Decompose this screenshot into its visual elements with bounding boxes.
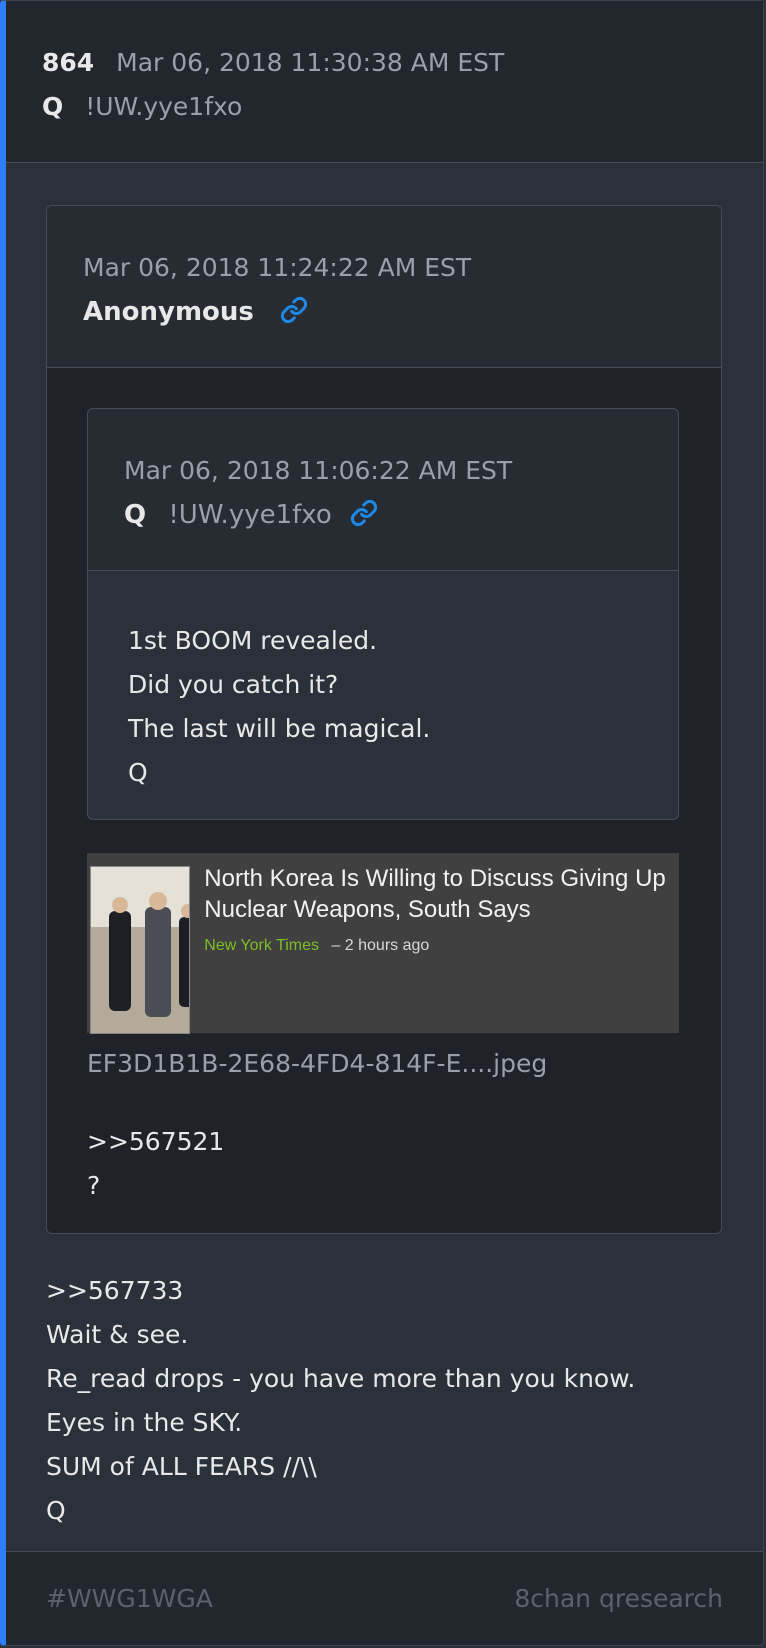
text-line: SUM of ALL FEARS //\\ xyxy=(46,1452,317,1481)
text-line: The last will be magical. xyxy=(128,714,431,743)
post-number: 864 xyxy=(42,48,95,77)
post-tripcode: !UW.yye1fxo xyxy=(85,92,243,121)
post-footer: #WWG1WGA 8chan qresearch xyxy=(6,1551,763,1645)
hashtag: #WWG1WGA xyxy=(46,1584,213,1613)
post-reference-link[interactable]: >>567521 xyxy=(87,1120,224,1164)
link-icon[interactable] xyxy=(350,499,378,537)
news-thumbnail xyxy=(90,866,191,1034)
news-title: North Korea Is Willing to Discuss Giving… xyxy=(204,865,666,923)
news-age: – 2 hours ago xyxy=(331,937,430,954)
attachment-filename[interactable]: EF3D1B1B-2E68-4FD4-814F-E....jpeg xyxy=(87,1044,547,1084)
quoted-post-header: Mar 06, 2018 11:24:22 AM EST Anonymous xyxy=(47,206,721,368)
quoted-post-timestamp: Mar 06, 2018 11:24:22 AM EST xyxy=(83,253,472,282)
post-body: >>567733 Wait & see. Re_read drops - you… xyxy=(46,1269,635,1533)
nested-post-tripcode: !UW.yye1fxo xyxy=(168,500,332,530)
text-line: Eyes in the SKY. xyxy=(46,1408,243,1437)
nested-post-body: 1st BOOM revealed. Did you catch it? The… xyxy=(88,571,678,795)
nested-post-timestamp: Mar 06, 2018 11:06:22 AM EST xyxy=(124,456,513,485)
text-line: Wait & see. xyxy=(46,1320,189,1349)
text-line: Did you catch it? xyxy=(128,670,339,699)
post-reference-link[interactable]: >>567733 xyxy=(46,1269,635,1313)
nested-post-author: Q xyxy=(124,500,147,530)
news-card-image[interactable]: North Korea Is Willing to Discuss Giving… xyxy=(87,853,679,1034)
source-label: 8chan qresearch xyxy=(514,1584,723,1613)
quoted-post-author: Anonymous xyxy=(83,297,254,327)
text-line: Q xyxy=(46,1496,66,1525)
post-author: Q xyxy=(42,92,64,121)
link-icon[interactable] xyxy=(280,296,308,334)
quoted-post: Mar 06, 2018 11:24:22 AM EST Anonymous M… xyxy=(46,205,722,1234)
text-line: Re_read drops - you have more than you k… xyxy=(46,1364,636,1393)
post-header: 864 Mar 06, 2018 11:30:38 AM EST Q !UW.y… xyxy=(6,1,763,163)
nested-quoted-post: Mar 06, 2018 11:06:22 AM EST Q !UW.yye1f… xyxy=(87,408,679,820)
post-card: 864 Mar 06, 2018 11:30:38 AM EST Q !UW.y… xyxy=(0,0,764,1646)
post-timestamp: Mar 06, 2018 11:30:38 AM EST xyxy=(116,48,505,77)
text-line: Q xyxy=(128,758,148,787)
news-source: New York Times xyxy=(204,937,319,954)
text-line: ? xyxy=(87,1171,101,1200)
quoted-post-body: >>567521 ? xyxy=(87,1120,224,1208)
nested-post-header: Mar 06, 2018 11:06:22 AM EST Q !UW.yye1f… xyxy=(88,409,678,571)
text-line: 1st BOOM revealed. xyxy=(128,626,378,655)
